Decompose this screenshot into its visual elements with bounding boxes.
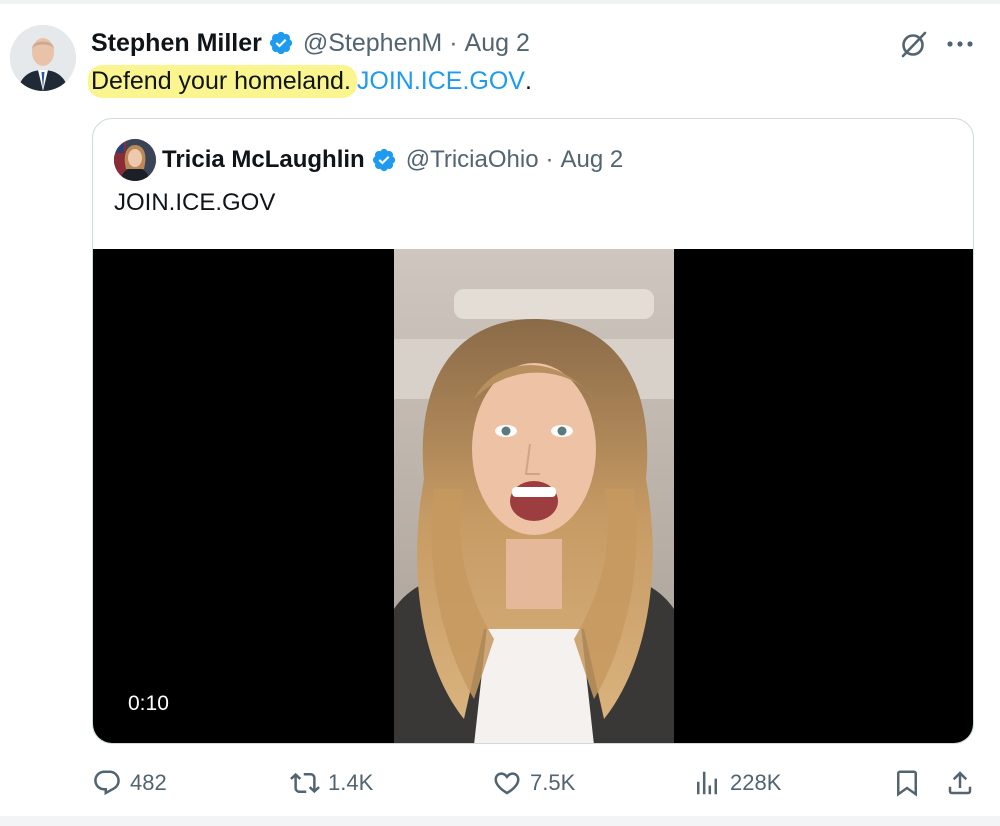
text-suffix: . bbox=[524, 66, 532, 95]
separator: · bbox=[545, 146, 554, 173]
bottom-divider bbox=[0, 816, 1000, 826]
action-bar: 482 1.4K 7.5K 228K bbox=[0, 760, 1000, 806]
video-player[interactable]: 0:10 bbox=[93, 249, 973, 743]
like-button[interactable]: 7.5K bbox=[492, 760, 575, 806]
author-avatar[interactable] bbox=[10, 25, 76, 91]
quoted-tweet-card[interactable]: Tricia McLaughlin @TriciaOhio · Aug 2 JO… bbox=[92, 118, 974, 744]
quoted-tweet-header: Tricia McLaughlin @TriciaOhio · Aug 2 bbox=[162, 141, 623, 179]
author-handle[interactable]: @StephenM bbox=[303, 29, 442, 58]
bookmark-icon bbox=[897, 770, 917, 797]
quoted-tweet-date[interactable]: Aug 2 bbox=[561, 146, 624, 174]
retweet-icon bbox=[290, 772, 320, 794]
reply-button[interactable]: 482 bbox=[92, 760, 167, 806]
verified-badge-icon bbox=[268, 30, 294, 56]
reply-count: 482 bbox=[130, 770, 167, 795]
reply-icon bbox=[94, 770, 120, 796]
repost-button[interactable]: 1.4K bbox=[290, 760, 373, 806]
quoted-author-name[interactable]: Tricia McLaughlin bbox=[162, 146, 365, 174]
tweet-date[interactable]: Aug 2 bbox=[465, 29, 530, 58]
tweet-header: Stephen Miller @StephenM · Aug 2 bbox=[91, 24, 530, 62]
video-frame bbox=[394, 249, 674, 743]
share-icon bbox=[948, 771, 972, 795]
top-divider bbox=[0, 0, 1000, 4]
repost-count: 1.4K bbox=[328, 770, 374, 795]
verified-badge-icon bbox=[371, 147, 397, 173]
video-duration: 0:10 bbox=[128, 692, 169, 715]
share-button[interactable] bbox=[945, 760, 975, 806]
views-count: 228K bbox=[730, 770, 782, 795]
author-name[interactable]: Stephen Miller bbox=[91, 29, 262, 58]
quoted-author-handle[interactable]: @TriciaOhio bbox=[406, 146, 539, 174]
grok-icon[interactable] bbox=[898, 28, 930, 60]
views-button[interactable]: 228K bbox=[692, 760, 781, 806]
tweet-text: Defend your homeland. JOIN.ICE.GOV . bbox=[88, 63, 532, 99]
highlighted-text: Defend your homeland. bbox=[88, 64, 357, 98]
quoted-tweet-text: JOIN.ICE.GOV bbox=[114, 189, 276, 216]
bookmark-button[interactable] bbox=[892, 760, 922, 806]
separator: · bbox=[449, 28, 458, 57]
tweet-link[interactable]: JOIN.ICE.GOV bbox=[357, 67, 525, 96]
more-icon[interactable] bbox=[944, 30, 976, 58]
views-chart-icon bbox=[697, 771, 717, 795]
like-count: 7.5K bbox=[530, 770, 576, 795]
heart-icon bbox=[494, 772, 520, 795]
quoted-author-avatar[interactable] bbox=[114, 139, 156, 181]
